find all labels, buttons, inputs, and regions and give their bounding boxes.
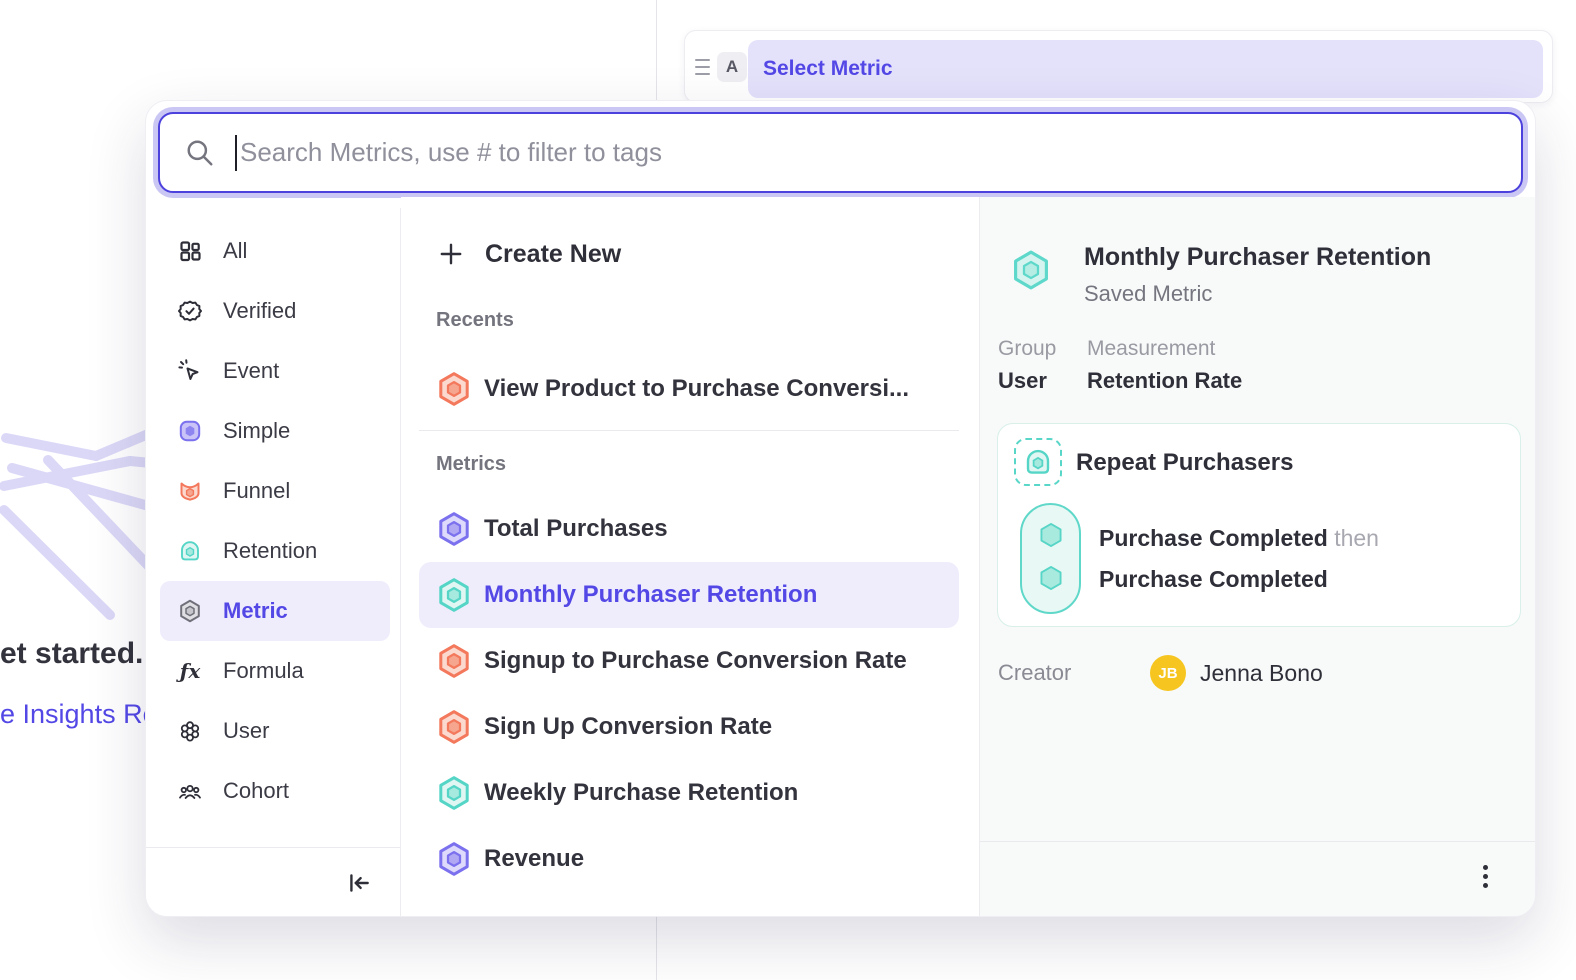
sidebar-item-label: Cohort	[223, 778, 289, 804]
list-item-label: Total Purchases	[484, 515, 668, 543]
select-metric-button[interactable]: Select Metric	[748, 40, 1543, 98]
event-hexagon-icon	[1037, 564, 1065, 592]
group-label: Group	[998, 337, 1056, 361]
select-metric-label: Select Metric	[763, 57, 893, 81]
metric-picker-dialog: Search Metrics, use # to filter to tags …	[145, 100, 1536, 917]
section-divider	[419, 430, 959, 431]
list-item-label: Revenue	[484, 845, 584, 873]
metric-hexagon-teal-icon	[436, 775, 472, 811]
list-item-metric[interactable]: Total Purchases	[419, 496, 959, 562]
list-item-recent[interactable]: View Product to Purchase Conversi...	[419, 356, 959, 422]
user-cluster-icon	[178, 719, 202, 743]
background-link[interactable]: e Insights Re	[0, 699, 158, 730]
kebab-icon	[1483, 865, 1488, 870]
retention-icon	[178, 539, 202, 563]
detail-title: Monthly Purchaser Retention	[1084, 243, 1431, 272]
list-item-label: Signup to Purchase Conversion Rate	[484, 647, 907, 675]
create-new-button[interactable]: Create New	[401, 231, 979, 277]
event-hexagon-icon	[1037, 521, 1065, 549]
detail-subtitle: Saved Metric	[1084, 281, 1212, 307]
text-cursor	[235, 135, 237, 171]
filter-sidebar: All Verified Event	[146, 208, 401, 917]
list-item-metric[interactable]: Sign Up Conversion Rate	[419, 694, 959, 760]
sidebar-item-label: Metric	[223, 598, 288, 624]
sidebar-item-retention[interactable]: Retention	[160, 521, 390, 581]
background-heading: et started.	[0, 637, 143, 671]
cohort-icon	[178, 779, 202, 803]
sidebar-item-label: User	[223, 718, 269, 744]
metric-hexagon-orange-icon	[436, 643, 472, 679]
metric-row-bar: A Select Metric	[684, 30, 1553, 103]
measurement-meta: Measurement Retention Rate	[1087, 337, 1242, 394]
metric-hexagon-icon	[178, 599, 202, 623]
creator-label: Creator	[998, 660, 1071, 686]
sidebar-item-cohort[interactable]: Cohort	[160, 761, 390, 821]
metric-hexagon-purple-icon	[436, 511, 472, 547]
metric-list-panel: Create New Recents View Product to Purch…	[401, 197, 979, 917]
definition-name: Repeat Purchasers	[1076, 449, 1293, 477]
group-value: User	[998, 368, 1056, 394]
metric-hexagon-orange-icon	[436, 371, 472, 407]
badge-check-icon	[178, 299, 202, 323]
search-icon	[185, 138, 215, 168]
recents-section-header: Recents	[401, 309, 979, 332]
retention-definition-icon	[1014, 438, 1062, 486]
metric-hexagon-orange-icon	[436, 709, 472, 745]
sidebar-item-simple[interactable]: Simple	[160, 401, 390, 461]
cursor-click-icon	[178, 359, 202, 383]
list-item-label: Weekly Purchase Retention	[484, 779, 798, 807]
list-item-label: View Product to Purchase Conversi...	[484, 375, 909, 403]
group-meta: Group User	[998, 337, 1056, 394]
definition-step-2: Purchase Completed	[1099, 566, 1328, 593]
metric-detail-panel: Monthly Purchaser Retention Saved Metric…	[979, 197, 1536, 917]
collapse-left-icon	[346, 870, 372, 896]
measurement-value: Retention Rate	[1087, 368, 1242, 394]
list-item-label: Sign Up Conversion Rate	[484, 713, 772, 741]
create-new-label: Create New	[485, 240, 621, 269]
list-item-metric[interactable]: Weekly Purchase Retention	[419, 760, 959, 826]
step-connector: then	[1334, 525, 1379, 551]
sidebar-item-all[interactable]: All	[160, 221, 390, 281]
metric-hexagon-teal-icon	[1010, 249, 1052, 291]
detail-footer-divider	[980, 841, 1536, 842]
sidebar-item-label: Simple	[223, 418, 290, 444]
list-item-label: Monthly Purchaser Retention	[484, 581, 817, 609]
sidebar-item-user[interactable]: User	[160, 701, 390, 761]
sidebar-item-label: Event	[223, 358, 279, 384]
sidebar-item-label: All	[223, 238, 247, 264]
list-item-metric-selected[interactable]: Monthly Purchaser Retention	[419, 562, 959, 628]
formula-icon: ƒx	[178, 659, 202, 683]
metrics-section-header: Metrics	[401, 453, 979, 476]
step-sequence-pill	[1020, 503, 1081, 614]
creator-name: Jenna Bono	[1200, 660, 1323, 687]
sidebar-item-label: Verified	[223, 298, 296, 324]
list-item-metric[interactable]: Revenue	[419, 826, 959, 892]
step-1-event: Purchase Completed	[1099, 525, 1328, 551]
sidebar-item-verified[interactable]: Verified	[160, 281, 390, 341]
sidebar-item-formula[interactable]: ƒx Formula	[160, 641, 390, 701]
sidebar-item-label: Formula	[223, 658, 304, 684]
metric-hexagon-purple-icon	[436, 841, 472, 877]
search-input[interactable]: Search Metrics, use # to filter to tags	[158, 112, 1523, 193]
definition-step-1: Purchase Completed then	[1099, 525, 1379, 552]
drag-handle-icon[interactable]	[695, 59, 710, 75]
sidebar-item-metric[interactable]: Metric	[160, 581, 390, 641]
metric-hexagon-teal-icon	[436, 577, 472, 613]
simple-metric-icon	[178, 419, 202, 443]
row-letter-badge: A	[717, 52, 747, 82]
creator-avatar: JB	[1150, 655, 1186, 691]
sidebar-item-label: Retention	[223, 538, 317, 564]
sidebar-item-label: Funnel	[223, 478, 290, 504]
collapse-sidebar-button[interactable]	[146, 848, 400, 917]
sidebar-item-event[interactable]: Event	[160, 341, 390, 401]
list-item-metric[interactable]: Signup to Purchase Conversion Rate	[419, 628, 959, 694]
more-options-button[interactable]	[1465, 855, 1505, 897]
grid-icon	[178, 239, 202, 263]
funnel-icon	[178, 479, 202, 503]
sidebar-item-funnel[interactable]: Funnel	[160, 461, 390, 521]
plus-icon	[438, 241, 464, 267]
measurement-label: Measurement	[1087, 337, 1242, 361]
search-placeholder: Search Metrics, use # to filter to tags	[240, 137, 662, 168]
metric-definition-card: Repeat Purchasers Purchase Completed the…	[997, 423, 1521, 627]
